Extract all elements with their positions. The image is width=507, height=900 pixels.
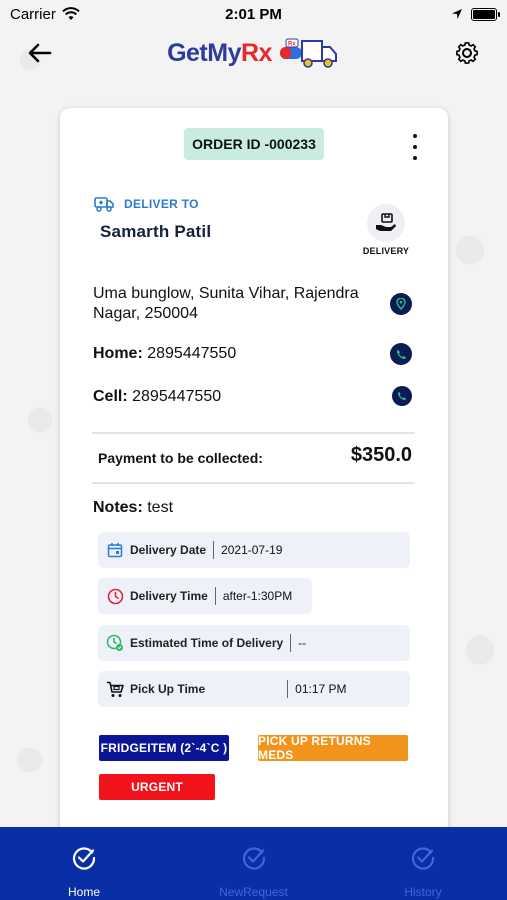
pickup-time-label: Pick Up Time bbox=[130, 682, 206, 696]
back-button[interactable] bbox=[24, 38, 56, 68]
app-header: GetMyRx Rx bbox=[0, 28, 507, 78]
notes-label: Notes: bbox=[93, 499, 143, 516]
battery-icon bbox=[471, 7, 500, 21]
carrier-label: Carrier bbox=[10, 5, 56, 23]
clock-icon bbox=[106, 587, 124, 605]
nav-history[interactable]: History bbox=[373, 827, 473, 900]
eta-label: Estimated Time of Delivery bbox=[130, 636, 284, 650]
delivery-time-value: after-1:30PM bbox=[222, 589, 293, 603]
hand-package-icon bbox=[367, 204, 405, 242]
status-bar: Carrier 2:01 PM bbox=[0, 0, 507, 28]
deliver-to-header: DELIVER TO bbox=[94, 196, 199, 212]
app-logo: GetMyRx Rx bbox=[167, 35, 340, 71]
order-id-badge: ORDER ID -000233 bbox=[184, 128, 324, 160]
cell-phone-label: Cell: bbox=[93, 388, 128, 405]
home-phone-label: Home: bbox=[93, 345, 143, 362]
cart-icon bbox=[106, 680, 124, 698]
more-options-button[interactable] bbox=[408, 134, 422, 160]
logo-text: GetMyRx bbox=[167, 38, 272, 67]
cell-phone-line: Cell: 2895447550 bbox=[93, 388, 221, 406]
delivery-type-badge: DELIVERY bbox=[358, 204, 414, 256]
delivery-time-row: Delivery Time after-1:30PM bbox=[98, 578, 312, 614]
ambulance-icon bbox=[94, 197, 114, 212]
delivery-truck-logo-icon: Rx bbox=[279, 38, 337, 68]
map-pin-icon bbox=[396, 298, 406, 310]
svg-text:Rx: Rx bbox=[288, 42, 296, 48]
cell-phone-value: 2895447550 bbox=[132, 388, 222, 405]
eta-row: Estimated Time of Delivery -- bbox=[98, 625, 410, 661]
check-circle-icon bbox=[411, 847, 435, 870]
order-card: ORDER ID -000233 DELIVER TO Samarth Pati… bbox=[60, 108, 448, 848]
delivery-time-label: Delivery Time bbox=[130, 589, 208, 603]
nav-new-request[interactable]: NewRequest bbox=[204, 827, 304, 900]
bottom-navigation: Home NewRequest History bbox=[0, 827, 507, 900]
eta-value: -- bbox=[298, 636, 307, 650]
urgent-tag: URGENT bbox=[99, 774, 215, 800]
delivery-type-label: DELIVERY bbox=[362, 246, 410, 256]
payment-label: Payment to be collected: bbox=[98, 450, 263, 466]
gear-icon bbox=[456, 42, 478, 64]
nav-home-label: Home bbox=[67, 885, 100, 899]
location-arrow-icon bbox=[452, 9, 462, 19]
divider bbox=[92, 432, 415, 434]
calendar-icon bbox=[106, 541, 124, 559]
pickup-returns-tag: PICK UP RETURNS MEDS bbox=[258, 734, 408, 762]
settings-button[interactable] bbox=[451, 37, 483, 69]
check-circle-icon bbox=[242, 847, 265, 870]
call-cell-button[interactable] bbox=[392, 386, 412, 406]
delivery-date-row: Delivery Date 2021-07-19 bbox=[98, 532, 410, 568]
nav-history-label: History bbox=[404, 885, 442, 899]
fridge-item-tag: FRIDGEITEM (2`-4`C ) bbox=[99, 735, 229, 761]
payment-amount: $350.0 bbox=[350, 444, 412, 466]
arrow-left-icon bbox=[28, 43, 52, 63]
notes-line: Notes: test bbox=[93, 499, 173, 517]
wifi-icon bbox=[62, 7, 80, 20]
divider bbox=[92, 482, 415, 484]
nav-new-request-label: NewRequest bbox=[219, 885, 288, 899]
check-circle-icon bbox=[72, 847, 96, 870]
map-location-button[interactable] bbox=[390, 293, 412, 315]
phone-icon bbox=[396, 349, 406, 359]
customer-name: Samarth Patil bbox=[100, 222, 212, 241]
nav-home[interactable]: Home bbox=[34, 827, 134, 900]
delivery-date-label: Delivery Date bbox=[130, 543, 207, 557]
delivery-date-value: 2021-07-19 bbox=[221, 543, 283, 557]
phone-icon bbox=[397, 391, 407, 401]
delivery-address: Uma bunglow, Sunita Vihar, Rajendra Naga… bbox=[93, 285, 359, 322]
deliver-to-label: DELIVER TO bbox=[124, 197, 199, 211]
notes-value: test bbox=[147, 499, 174, 516]
call-home-button[interactable] bbox=[390, 343, 412, 365]
home-phone-value: 2895447550 bbox=[147, 345, 237, 362]
pickup-time-value: 01:17 PM bbox=[295, 682, 347, 696]
pickup-time-row: Pick Up Time 01:17 PM bbox=[98, 671, 410, 707]
home-phone-line: Home: 2895447550 bbox=[93, 345, 236, 363]
clock-check-icon bbox=[106, 634, 124, 652]
